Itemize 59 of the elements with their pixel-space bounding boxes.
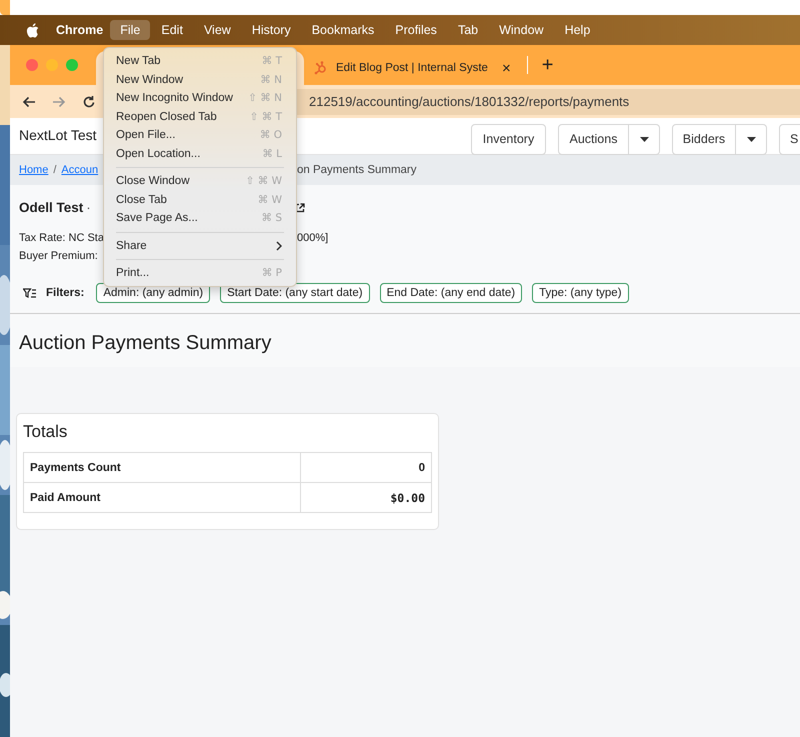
menu-item[interactable]: Open File... ⌘ O (104, 126, 296, 144)
menu-bar-item[interactable]: File (110, 20, 150, 40)
filter-chip[interactable]: End Date: (any end date) (380, 283, 522, 303)
menu-bar-item[interactable]: Tab (448, 20, 488, 40)
breadcrumb-link[interactable]: Accoun (61, 164, 98, 176)
menu-item[interactable]: New Tab ⌘ T (104, 52, 296, 70)
table-cell: Paid Amount (24, 482, 301, 512)
back-icon[interactable] (22, 94, 36, 108)
close-tab-button[interactable]: × (500, 60, 513, 76)
menu-item[interactable]: Share (104, 236, 296, 255)
separator-dot: · (86, 200, 91, 215)
filter-chip[interactable]: Start Date: (any start date) (220, 283, 370, 303)
browser-tab[interactable]: Edit Blog Post | Internal Syste × (304, 51, 521, 85)
buyer-premium-label: Buyer Premium: (19, 250, 98, 262)
menu-bar-item[interactable]: Help (554, 20, 600, 40)
breadcrumb-separator: / (53, 164, 56, 176)
apple-icon[interactable] (26, 22, 39, 38)
menu-item[interactable]: Save Page As... ⌘ S (104, 209, 296, 228)
menu-item[interactable]: Open Location... ⌘ L (104, 144, 296, 163)
brand-name[interactable]: NextLot Test (19, 127, 97, 143)
dropdown-button[interactable] (736, 124, 767, 154)
menu-bar-item[interactable]: Profiles (385, 20, 447, 40)
tax-rate-text: 000%] (297, 232, 328, 244)
breadcrumb-current: on Payments Summary (297, 164, 417, 176)
chevron-right-icon (276, 240, 282, 251)
nav-button[interactable]: Inventory (471, 124, 546, 154)
tab-title: Edit Blog Post | Internal Syste (336, 62, 488, 74)
menu-item[interactable]: Close Tab ⌘ W (104, 190, 296, 209)
dropdown-button[interactable] (629, 124, 660, 154)
caret-icon (640, 136, 648, 142)
menu-item[interactable]: New Window ⌘ N (104, 70, 296, 89)
auction-name: Odell Test (19, 200, 84, 215)
card-title: Totals (23, 422, 68, 442)
menu-item[interactable]: Close Window ⇧ ⌘ W (104, 172, 296, 190)
filter-icon (23, 288, 36, 298)
new-tab-button[interactable]: + (538, 54, 558, 76)
table-cell: 0 (300, 452, 432, 482)
menu-bar-item[interactable]: View (194, 20, 241, 40)
nav-button[interactable]: Bidders (672, 124, 736, 154)
table-cell: Payments Count (24, 452, 301, 482)
filter-chip[interactable]: Type: (any type) (532, 283, 629, 303)
menu-bar-item[interactable]: Bookmarks (302, 20, 384, 40)
sprocket-icon (314, 61, 328, 75)
menu-bar-item[interactable]: Edit (151, 20, 193, 40)
breadcrumb-link[interactable]: Home (19, 164, 48, 176)
filters-label: Filters: (46, 287, 84, 299)
menu-bar-item[interactable]: History (242, 20, 301, 40)
app-name[interactable]: Chrome (56, 23, 104, 37)
nav-button[interactable]: Auctions (558, 124, 629, 154)
caret-icon (746, 136, 756, 142)
reload-icon[interactable] (82, 94, 96, 108)
table-cell: $0.00 (300, 482, 432, 512)
background-window (0, 0, 10, 15)
menu-bar-item[interactable]: Window (489, 20, 554, 40)
external-link-icon[interactable] (294, 202, 305, 212)
tax-rate-text: Tax Rate: NC Sta (19, 232, 104, 244)
page-heading: Auction Payments Summary (19, 331, 272, 356)
menu-item[interactable]: Print... ⌘ P (104, 264, 296, 282)
nav-button[interactable]: S (779, 124, 800, 154)
